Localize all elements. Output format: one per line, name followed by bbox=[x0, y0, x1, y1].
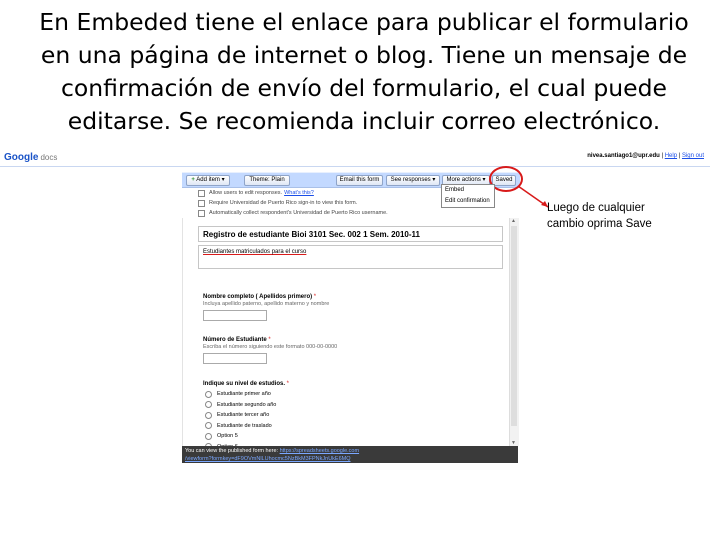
option-require-login: Require Universidad de Puerto Rico sign-… bbox=[198, 198, 388, 208]
radio-label: Estudiante segundo año bbox=[217, 401, 277, 408]
email-form-label: Email this form bbox=[339, 177, 380, 183]
required-marker: * bbox=[285, 381, 290, 387]
see-responses-button[interactable]: See responses ▾ bbox=[386, 175, 440, 186]
radio-option[interactable]: Estudiante tercer año bbox=[205, 410, 289, 421]
scroll-thumb[interactable] bbox=[511, 226, 517, 426]
more-actions-menu: Embed Edit confirmation bbox=[441, 184, 495, 208]
radio-button[interactable] bbox=[205, 422, 212, 430]
whats-this-link[interactable]: What's this? bbox=[284, 190, 314, 196]
option-collect-user: Automatically collect respondent's Unive… bbox=[198, 208, 388, 218]
caption-line-2: en una página de internet o blog. Tiene … bbox=[40, 41, 688, 69]
form-description-field[interactable]: Estudiantes matriculados para el curso bbox=[198, 245, 503, 269]
chevron-down-icon: ▾ bbox=[432, 177, 436, 183]
radio-option[interactable]: Option 5 bbox=[205, 431, 289, 442]
email-form-button[interactable]: Email this form bbox=[336, 175, 383, 186]
question-title: Nombre completo ( Apellidos primero) bbox=[203, 294, 313, 300]
add-item-button[interactable]: + Add item ▾ bbox=[186, 175, 230, 186]
caption-line-3: confirmación de envío del formulario, el… bbox=[60, 74, 668, 102]
banner-text: You can view the published form here: bbox=[185, 448, 280, 454]
save-note: Luego de cualquier cambio oprima Save bbox=[547, 200, 652, 232]
question-title: Número de Estudiante bbox=[203, 337, 267, 343]
radio-option[interactable]: Estudiante de traslado bbox=[205, 421, 289, 432]
question-numero[interactable]: Número de Estudiante * Escriba el número… bbox=[203, 337, 337, 364]
question-nivel[interactable]: Indique su nivel de estudios. * Estudian… bbox=[203, 381, 289, 452]
sign-out-link[interactable]: Sign out bbox=[682, 153, 704, 159]
collect-user-label: Automatically collect respondent's Unive… bbox=[209, 210, 388, 216]
published-form-banner: You can view the published form here: ht… bbox=[182, 446, 518, 463]
radio-label: Option 5 bbox=[217, 433, 238, 440]
chevron-down-icon: ▾ bbox=[482, 177, 486, 183]
nombre-input[interactable] bbox=[203, 310, 267, 321]
radio-option[interactable]: Estudiante segundo año bbox=[205, 400, 289, 411]
radio-label: Estudiante de traslado bbox=[217, 422, 272, 429]
add-item-label: Add item bbox=[196, 177, 220, 183]
save-note-line-1: Luego de cualquier bbox=[547, 202, 645, 214]
slide-caption: En Embeded tiene el enlace para publicar… bbox=[0, 6, 728, 138]
form-description-text: Estudiantes matriculados para el curso bbox=[203, 249, 307, 255]
published-url-link-2[interactable]: /viewform?formkey=dF9OVmNlLUhocmc5NzBkM3… bbox=[185, 456, 351, 462]
more-actions-label: More actions bbox=[446, 177, 481, 183]
form-title-field[interactable]: Registro de estudiante Bioi 3101 Sec. 00… bbox=[198, 226, 503, 242]
require-login-label: Require Universidad de Puerto Rico sign-… bbox=[209, 200, 358, 206]
question-help: Incluya apellido paterno, apellido mater… bbox=[203, 301, 330, 307]
user-bar: nivea.santiago1@upr.edu | Help | Sign ou… bbox=[587, 153, 704, 159]
plus-icon: + bbox=[191, 177, 195, 183]
user-email: nivea.santiago1@upr.edu bbox=[587, 153, 660, 159]
require-login-checkbox[interactable] bbox=[198, 199, 205, 207]
radio-button[interactable] bbox=[205, 411, 212, 419]
caption-line-4: editarse. Se recomienda incluir correo e… bbox=[67, 107, 661, 135]
help-link[interactable]: Help bbox=[665, 153, 677, 159]
google-docs-bar: Google docs nivea.santiago1@upr.edu | Hel… bbox=[0, 150, 710, 167]
radio-button[interactable] bbox=[205, 401, 212, 409]
menu-item-embed[interactable]: Embed bbox=[442, 185, 494, 196]
option-allow-edit: Allow users to edit responses. What's th… bbox=[198, 188, 388, 198]
save-note-line-2: cambio oprima Save bbox=[547, 218, 652, 230]
caption-line-1: En Embeded tiene el enlace para publicar… bbox=[39, 8, 689, 36]
question-help: Escriba el número siguiendo este formato… bbox=[203, 344, 338, 350]
required-marker: * bbox=[312, 294, 317, 300]
menu-item-edit-confirmation[interactable]: Edit confirmation bbox=[442, 196, 494, 207]
radio-label: Estudiante tercer año bbox=[217, 412, 270, 419]
radio-option[interactable]: Estudiante primer año bbox=[205, 389, 289, 400]
chevron-down-icon: ▾ bbox=[221, 177, 225, 183]
published-url-link[interactable]: https://spreadsheets.google.com bbox=[280, 448, 360, 454]
radio-label: Estudiante primer año bbox=[217, 391, 271, 398]
collect-user-checkbox[interactable] bbox=[198, 209, 205, 217]
allow-edit-checkbox[interactable] bbox=[198, 189, 205, 197]
theme-label: Theme: Plain bbox=[249, 177, 285, 183]
google-docs-logo[interactable]: Google docs bbox=[4, 152, 57, 163]
form-options: Allow users to edit responses. What's th… bbox=[198, 188, 388, 218]
theme-button[interactable]: Theme: Plain bbox=[244, 175, 290, 186]
form-scrollbar[interactable]: ▲ ▼ bbox=[509, 218, 519, 446]
see-responses-label: See responses bbox=[390, 177, 431, 183]
question-title: Indique su nivel de estudios. bbox=[203, 381, 286, 387]
allow-edit-label: Allow users to edit responses. bbox=[209, 190, 283, 196]
logo-text: Google bbox=[4, 152, 39, 163]
required-marker: * bbox=[266, 337, 271, 343]
numero-input[interactable] bbox=[203, 353, 267, 364]
radio-button[interactable] bbox=[205, 390, 212, 398]
radio-button[interactable] bbox=[205, 432, 212, 440]
scroll-up-icon[interactable]: ▲ bbox=[511, 218, 516, 224]
logo-suffix: docs bbox=[40, 153, 58, 162]
question-nombre[interactable]: Nombre completo ( Apellidos primero) * I… bbox=[203, 294, 329, 321]
